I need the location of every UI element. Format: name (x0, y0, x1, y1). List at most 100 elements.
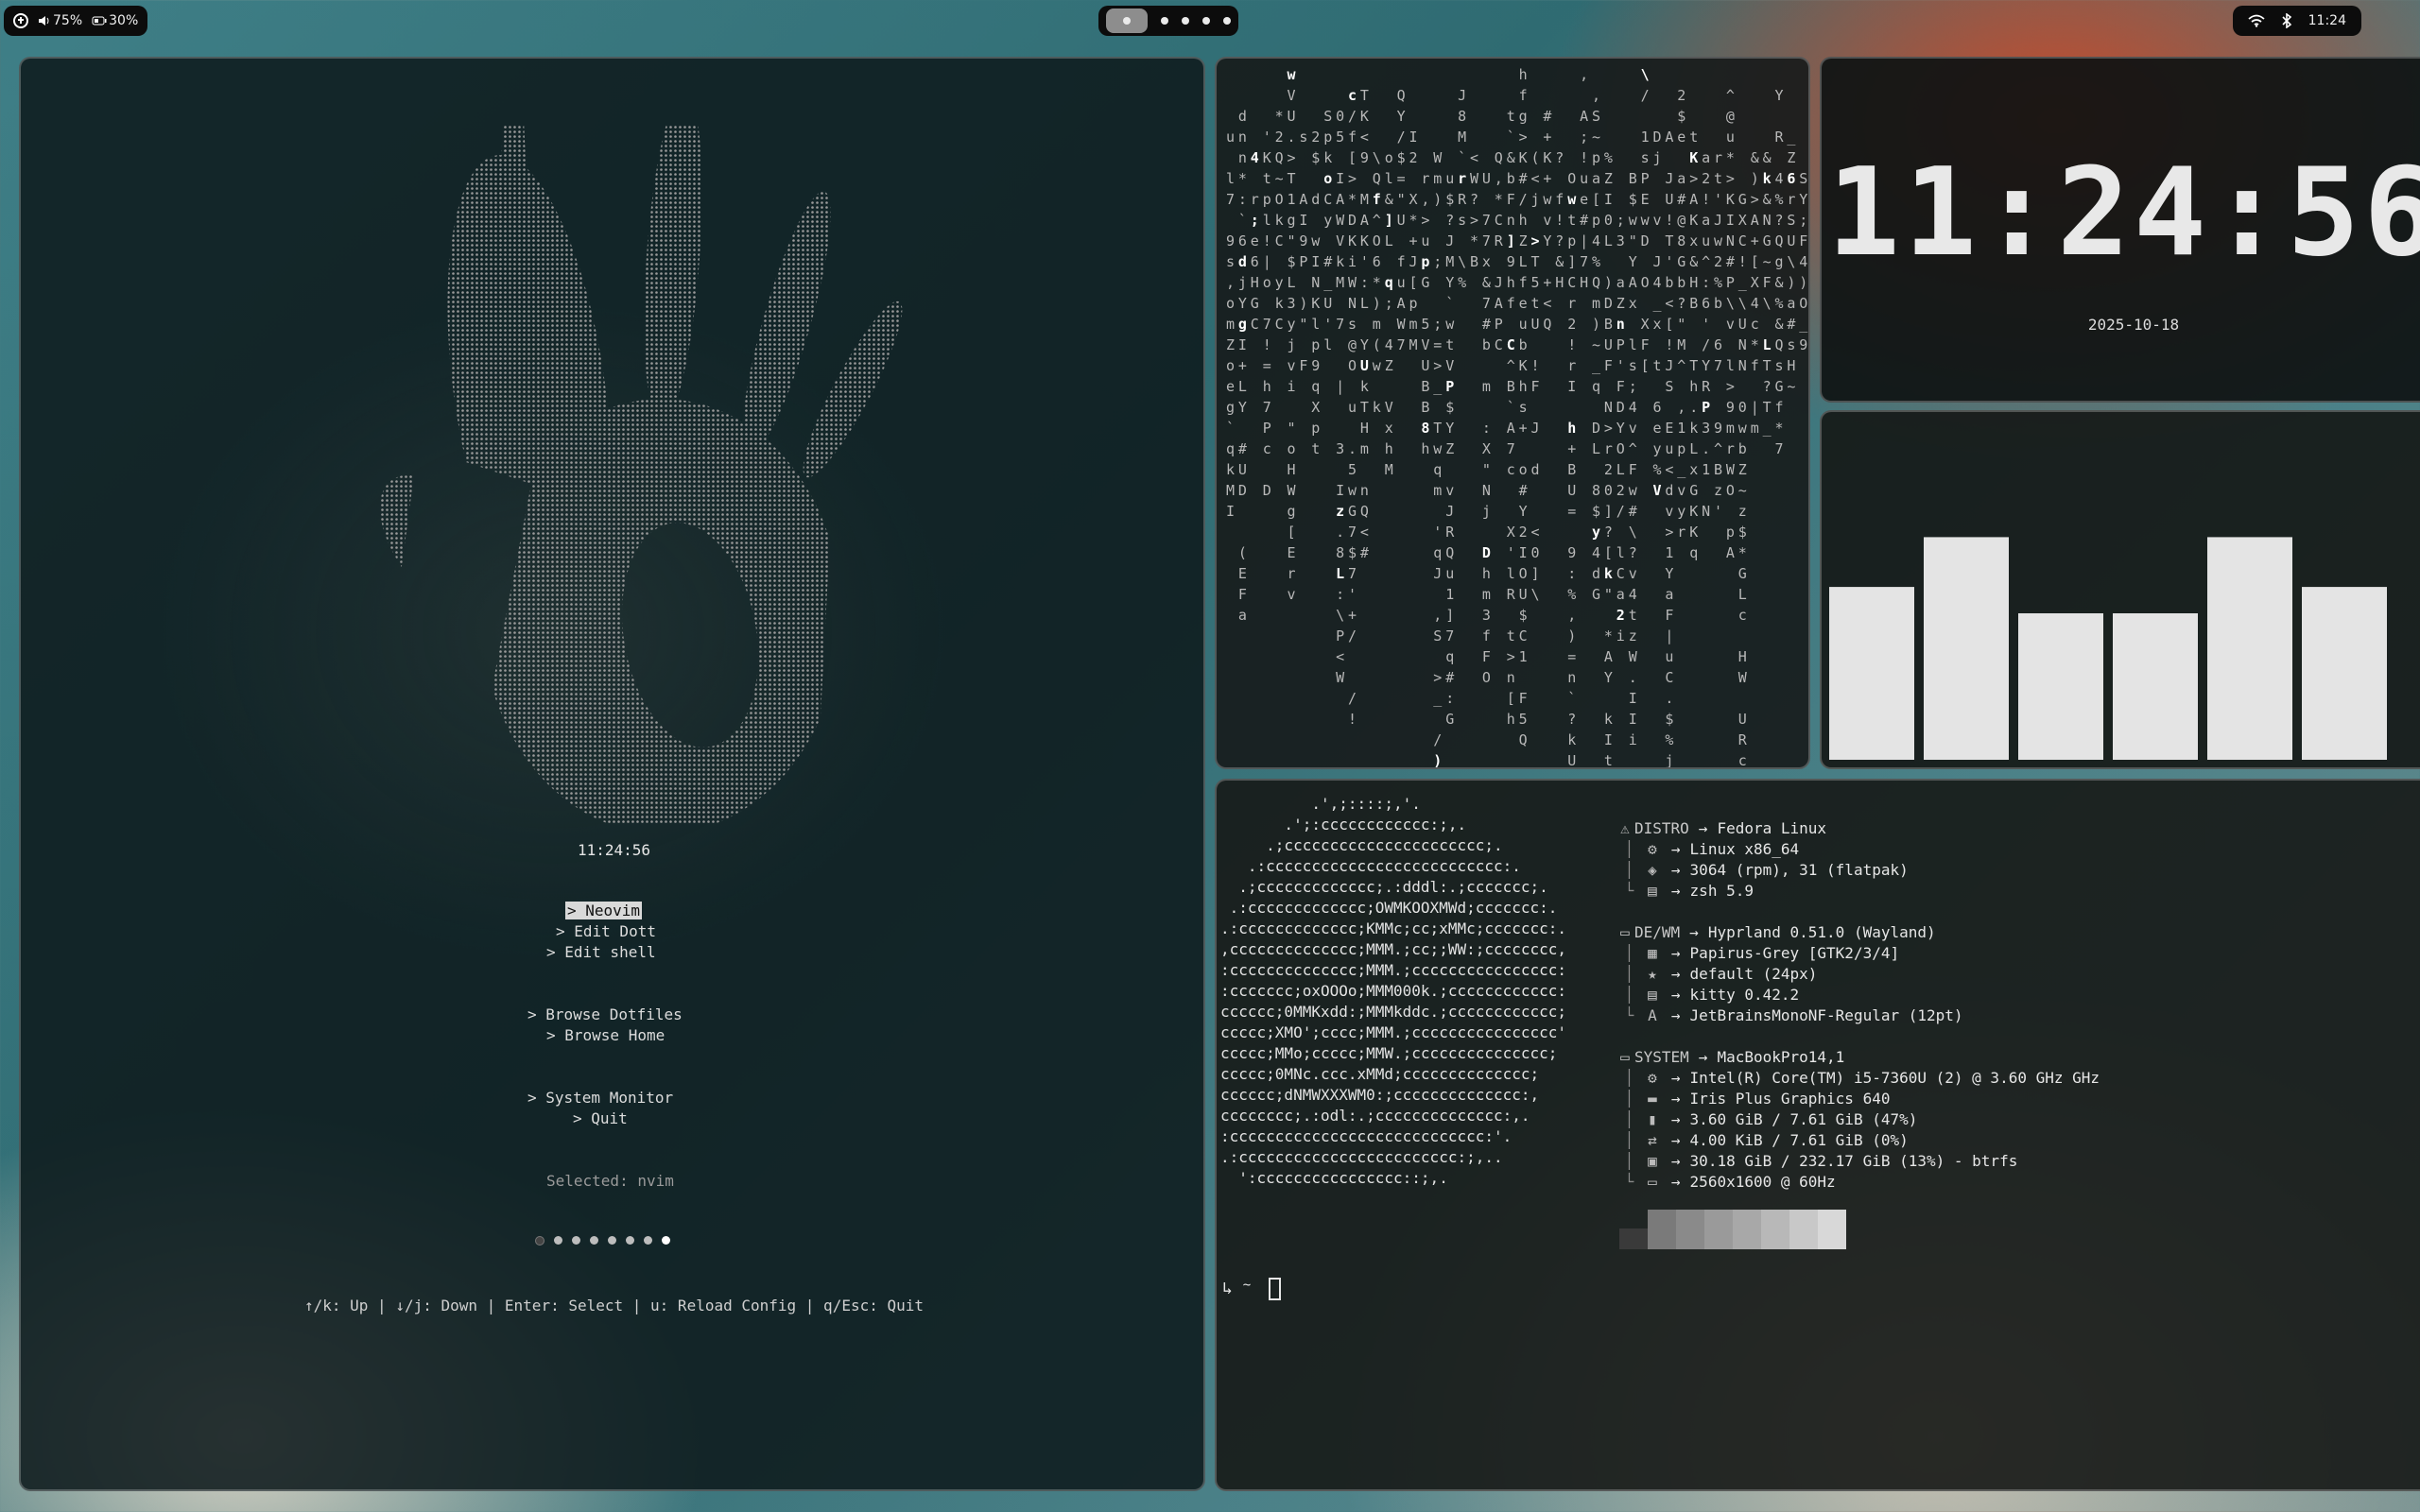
shell-prompt[interactable]: ↳ ~ (1222, 1278, 1281, 1300)
matrix-glyph: O (1799, 295, 1807, 312)
page-dot[interactable] (626, 1236, 634, 1245)
workspace-2[interactable] (1161, 17, 1168, 25)
matrix-glyph: = (1397, 170, 1406, 187)
matrix-glyph: m (1482, 378, 1491, 395)
matrix-glyph: 2 (1616, 607, 1625, 624)
matrix-rain-window[interactable]: u l 7 9 s, o m Zo e g ` q k M Id n n *: ` 6 d j Yg I + L Y # U D(E Fa 4… (1215, 57, 1810, 769)
volume-value[interactable]: 75% (53, 13, 82, 28)
menu-item-edit-dott[interactable]: > Edit Dott (556, 922, 656, 940)
matrix-glyph: ' (1665, 253, 1673, 270)
matrix-glyph: O (1519, 565, 1528, 582)
logo-line: :ccccccc;oxOOOo;MMM000k.;cccccccccccc: (1220, 982, 1567, 1000)
big-clock: 11:24:56 (1826, 143, 2420, 284)
matrix-glyph: O (1348, 357, 1357, 374)
matrix-glyph: F (1799, 232, 1807, 249)
matrix-glyph: i (1616, 627, 1625, 644)
page-dot[interactable] (662, 1236, 670, 1245)
matrix-glyph: C (1495, 336, 1503, 353)
page-dot[interactable] (535, 1236, 544, 1246)
matrix-glyph: | (1580, 232, 1588, 249)
visualizer-bar (1924, 537, 2009, 760)
topbar-clock[interactable]: 11:24 (2308, 13, 2346, 28)
battery-value[interactable]: 30% (109, 13, 138, 28)
matrix-glyph: Z (1519, 232, 1528, 249)
menu-item-edit-shell[interactable]: > Edit shell (546, 943, 656, 961)
matrix-glyph: F (1641, 336, 1650, 353)
matrix-glyph: U (1738, 316, 1747, 333)
matrix-glyph: u (1226, 129, 1235, 146)
matrix-glyph: * (1738, 544, 1747, 561)
info-row: │ ▮ → 3.60 GiB / 7.61 GiB (47%) (1616, 1109, 2100, 1130)
matrix-glyph: & (1751, 149, 1759, 166)
workspace-3[interactable] (1182, 17, 1189, 25)
palette-swatch (1818, 1210, 1846, 1249)
matrix-glyph: g (1288, 212, 1296, 229)
matrix-glyph: & (1775, 274, 1784, 291)
matrix-glyph: 8 (1592, 482, 1600, 499)
page-dot[interactable] (644, 1236, 652, 1245)
matrix-glyph: u (1665, 648, 1673, 665)
matrix-glyph: L (1385, 232, 1393, 249)
matrix-glyph: m (1409, 316, 1418, 333)
menu-item-browse-dotfiles[interactable]: > Browse Dotfiles (527, 1005, 683, 1023)
visualizer-bar (2302, 587, 2387, 760)
workspace-5[interactable] (1223, 17, 1231, 25)
page-dot[interactable] (608, 1236, 616, 1245)
matrix-glyph: R (1445, 524, 1455, 541)
info-section-dewm: ▭ DE/WM → Hyprland 0.51.0 (Wayland) │ ▦ → Pap… (1616, 922, 1962, 1026)
matrix-glyph: m (1482, 586, 1491, 603)
fedora-icon[interactable] (13, 13, 28, 28)
matrix-glyph: m (1360, 440, 1369, 457)
matrix-glyph: A (1751, 212, 1759, 229)
terminal-icon: ▤ (1648, 882, 1657, 900)
matrix-glyph: % (1775, 191, 1784, 208)
matrix-glyph: z (1714, 482, 1722, 499)
audio-visualizer-window[interactable] (1820, 410, 2420, 769)
matrix-glyph: | (1263, 253, 1271, 270)
clock-window[interactable]: 11:24:56 2025-10-18 (1820, 57, 2420, 403)
volume-icon[interactable] (38, 14, 51, 27)
matrix-glyph: p (1726, 524, 1735, 541)
matrix-glyph: 2 (1409, 149, 1418, 166)
matrix-glyph: C (1665, 669, 1673, 686)
matrix-glyph: L (1689, 440, 1698, 457)
matrix-glyph: % (1604, 149, 1613, 166)
matrix-glyph: 3 (1482, 607, 1491, 624)
matrix-glyph: g (1288, 503, 1296, 520)
matrix-glyph: 6 (1238, 232, 1247, 249)
matrix-glyph: Y (1360, 336, 1369, 353)
bluetooth-icon[interactable] (2282, 13, 2291, 28)
menu-item-quit[interactable]: > Quit (573, 1109, 628, 1127)
matrix-glyph: r (1604, 440, 1613, 457)
matrix-glyph: g (1775, 253, 1784, 270)
matrix-glyph: ^ (1702, 253, 1710, 270)
matrix-glyph: g (1226, 399, 1235, 416)
matrix-glyph: $ (1445, 399, 1454, 416)
matrix-glyph: > (1433, 357, 1442, 374)
launcher-window[interactable]: 11:24:56 > Neovim > Edit Dott > Edit she… (19, 57, 1205, 1491)
menu-item-system-monitor[interactable]: > System Monitor (527, 1089, 673, 1107)
matrix-glyph: Q (1775, 232, 1784, 249)
page-dot[interactable] (572, 1236, 580, 1245)
workspace-4[interactable] (1202, 17, 1210, 25)
matrix-glyph: 4 (1251, 149, 1259, 166)
matrix-glyph: C (1251, 316, 1259, 333)
matrix-glyph: > (1689, 170, 1698, 187)
matrix-glyph: ! (1263, 336, 1271, 353)
matrix-glyph: < (1543, 295, 1551, 312)
matrix-glyph: y (1323, 212, 1332, 229)
info-row: │ ⚙ → Linux x86_64 (1616, 839, 1909, 860)
matrix-glyph: S (1665, 378, 1673, 395)
fastfetch-window[interactable]: .',;::::;,'. .';:cccccccccccc:;,. .;cccc… (1215, 779, 2420, 1491)
battery-icon[interactable] (92, 15, 107, 26)
menu-item-neovim[interactable]: > Neovim (565, 902, 643, 919)
matrix-glyph: o (1519, 461, 1528, 478)
matrix-glyph: > (1288, 149, 1296, 166)
wifi-icon[interactable] (2248, 14, 2265, 27)
page-dot[interactable] (554, 1236, 562, 1245)
menu-item-browse-home[interactable]: > Browse Home (546, 1026, 665, 1044)
matrix-glyph: b (1482, 336, 1491, 353)
page-dot[interactable] (590, 1236, 598, 1245)
matrix-glyph: Y (1616, 420, 1625, 437)
workspace-1[interactable] (1106, 9, 1148, 33)
